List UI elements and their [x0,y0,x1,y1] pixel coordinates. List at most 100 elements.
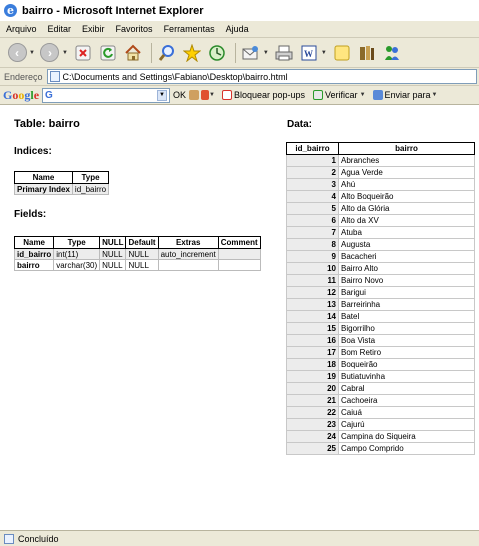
page-content: Table: bairro Indices: Name Type Primary… [0,105,479,530]
page-done-icon [4,533,14,544]
bairro-cell: Bairro Novo [338,274,475,287]
menu-arquivo[interactable]: Arquivo [6,24,37,34]
forward-button[interactable]: › [39,42,61,64]
table-row: 12 Barigui [286,286,475,299]
toolbar-separator [150,42,152,63]
mail-button[interactable] [240,42,262,64]
id-cell: 6 [286,214,339,227]
indices-header-name: Name [14,171,73,184]
table-row: 2 Agua Verde [286,166,475,179]
bairro-cell: Bigorrilho [338,322,475,335]
bairro-cell: Caiuá [338,406,475,419]
table-row: 4 Alto Boqueirão [286,190,475,203]
forward-dropdown-icon[interactable]: ▼ [62,50,68,56]
table-row: 15 Bigorrilho [286,322,475,335]
send-to-icon [372,90,383,100]
send-to-button[interactable]: Enviar para ▼ [372,90,442,100]
data-heading: Data: [287,119,313,130]
spellcheck-label: Verificar [325,90,358,100]
table-row: 11 Bairro Novo [286,274,475,287]
bairro-cell: Alto Boqueirão [338,190,475,203]
table-row: 20 Cabral [286,382,475,395]
menu-exibir[interactable]: Exibir [82,24,105,34]
mail-dropdown-icon[interactable]: ▼ [263,50,269,56]
id-cell: 3 [286,178,339,191]
toolbar-separator [234,42,236,63]
id-cell: 2 [286,166,339,179]
google-search-input[interactable]: G ▼ [42,87,171,103]
history-button[interactable] [206,42,228,64]
google-ok-button[interactable]: OK [173,90,186,100]
field-default-cell: NULL [125,248,159,260]
svg-text:W: W [304,49,313,59]
address-input[interactable]: C:\Documents and Settings\Fabiano\Deskto… [46,69,477,84]
id-cell: 8 [286,238,339,251]
id-cell: 7 [286,226,339,239]
spellcheck-dropdown-icon: ▼ [359,92,366,98]
id-cell: 18 [286,358,339,371]
popup-blocker-icon [221,90,232,100]
id-cell: 12 [286,286,339,299]
fields-header-null: NULL [99,236,127,249]
menu-ajuda[interactable]: Ajuda [226,24,249,34]
send-to-label: Enviar para [384,90,431,100]
fields-heading: Fields: [14,209,47,220]
print-button[interactable] [273,42,295,64]
menu-editar[interactable]: Editar [48,24,72,34]
id-cell: 17 [286,346,339,359]
star-icon [182,43,201,62]
bairro-cell: Boa Vista [338,334,475,347]
back-dropdown-icon[interactable]: ▼ [29,50,35,56]
home-button[interactable] [122,42,144,64]
id-cell: 20 [286,382,339,395]
ie-logo-icon: e [4,4,17,17]
bairro-cell: Cabral [338,382,475,395]
field-name-cell: bairro [13,259,55,271]
google-options-button[interactable]: ▼ [189,90,219,100]
page-title: Table: bairro [14,118,80,130]
indices-heading: Indices: [14,146,52,157]
table-row: 14 Batel [286,310,475,323]
bairro-cell: Campina do Siqueira [338,430,475,443]
id-cell: 16 [286,334,339,347]
messenger-button[interactable] [381,42,403,64]
stop-button[interactable] [72,42,94,64]
table-row: 7 Atuba [286,226,475,239]
fields-table: Name Type NULL Default Extras Comment id… [13,236,261,271]
menu-favoritos[interactable]: Favoritos [116,24,153,34]
table-row: 5 Alto da Glória [286,202,475,215]
google-toolbar: Google G ▼ OK ▼ Bloquear pop-ups Verific… [0,86,479,105]
status-text: Concluído [18,533,59,544]
id-cell: 21 [286,394,339,407]
google-search-dropdown-icon[interactable]: ▼ [157,89,168,101]
discuss-button[interactable] [331,42,353,64]
edit-word-button[interactable]: W [298,42,320,64]
search-button[interactable] [156,42,178,64]
id-cell: 15 [286,322,339,335]
table-row: 17 Bom Retiro [286,346,475,359]
id-cell: 22 [286,406,339,419]
index-name-cell: Primary Index [14,183,73,195]
research-button[interactable] [356,42,378,64]
print-icon [275,45,293,60]
address-label: Endereço [4,71,43,82]
history-icon [209,44,225,61]
forward-arrow-icon: › [40,43,60,62]
google-logo[interactable]: Google [3,88,39,103]
id-cell: 10 [286,262,339,275]
favorites-button[interactable] [181,42,203,64]
refresh-button[interactable] [97,42,119,64]
menu-ferramentas[interactable]: Ferramentas [164,24,215,34]
messenger-icon [384,45,399,60]
bairro-cell: Barreirinha [338,298,475,311]
stop-icon [75,45,91,60]
fields-header-comment: Comment [217,236,261,249]
spellcheck-button[interactable]: Verificar ▼ [313,90,369,100]
index-type-cell: id_bairro [71,183,110,195]
word-icon: W [301,45,317,60]
popup-blocker-button[interactable]: Bloquear pop-ups [221,90,305,100]
back-button[interactable]: ‹ [6,42,28,64]
edit-dropdown-icon[interactable]: ▼ [321,50,327,56]
table-row: 25 Campo Comprido [286,442,475,455]
google-ok-label: OK [173,90,187,100]
